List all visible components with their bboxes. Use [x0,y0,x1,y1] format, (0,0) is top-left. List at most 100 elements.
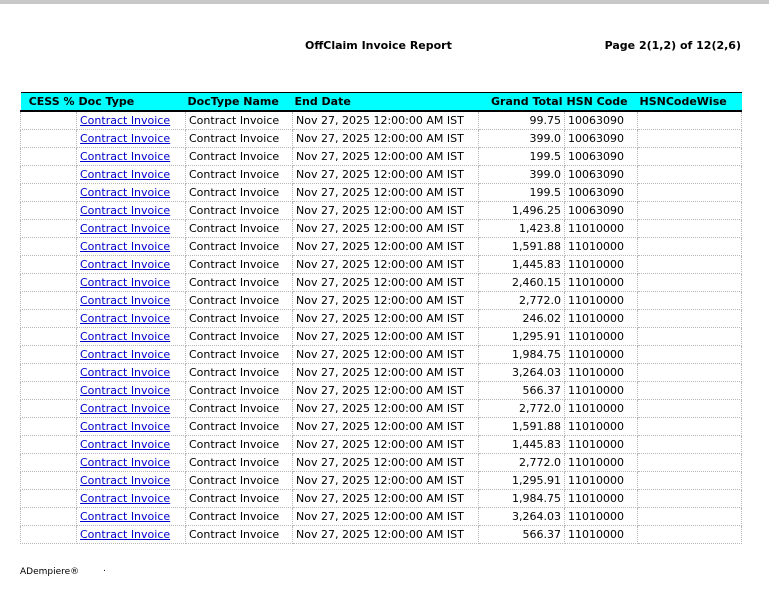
table-row: Contract Invoice Contract Invoice Nov 27, … [20,183,742,202]
cell-cess [20,129,77,148]
doc-type-link[interactable]: Contract Invoice [80,456,170,469]
cell-doc-type: Contract Invoice [76,345,186,364]
cell-doc-type: Contract Invoice [76,147,186,166]
cell-grand-total: 1,445.83 [478,435,565,454]
doc-type-link[interactable]: Contract Invoice [80,348,170,361]
table-row: Contract Invoice Contract Invoice Nov 27, … [20,507,742,526]
cell-doc-type: Contract Invoice [76,110,186,130]
cell-grand-total: 1,423.8 [478,219,565,238]
table-body: Contract Invoice Contract Invoice Nov 27, … [20,110,742,544]
table-row: Contract Invoice Contract Invoice Nov 27, … [20,417,742,436]
doc-type-link[interactable]: Contract Invoice [80,186,170,199]
cell-doctype-name: Contract Invoice [185,237,293,256]
cell-cess [20,309,77,328]
cell-hsn-code: 11010000 [564,291,638,310]
cell-hsn-code: 11010000 [564,453,638,472]
doc-type-link[interactable]: Contract Invoice [80,132,170,145]
doc-type-link[interactable]: Contract Invoice [80,294,170,307]
table-row: Contract Invoice Contract Invoice Nov 27, … [20,345,742,364]
doc-type-link[interactable]: Contract Invoice [80,240,170,253]
cell-cess [20,399,77,418]
column-header-hsn-code-wise: HSNCodeWise [637,92,742,112]
cell-hsn-code: 11010000 [564,489,638,508]
table-row: Contract Invoice Contract Invoice Nov 27, … [20,327,742,346]
doc-type-link[interactable]: Contract Invoice [80,492,170,505]
cell-hsn-code-wise [637,110,742,130]
table-row: Contract Invoice Contract Invoice Nov 27, … [20,399,742,418]
cell-hsn-code: 11010000 [564,399,638,418]
doc-type-link[interactable]: Contract Invoice [80,312,170,325]
cell-doctype-name: Contract Invoice [185,183,293,202]
cell-hsn-code: 11010000 [564,417,638,436]
doc-type-link[interactable]: Contract Invoice [80,114,170,127]
cell-doc-type: Contract Invoice [76,525,186,544]
cell-hsn-code-wise [637,417,742,436]
table-row: Contract Invoice Contract Invoice Nov 27, … [20,129,742,148]
cell-doctype-name: Contract Invoice [185,345,293,364]
cell-end-date: Nov 27, 2025 12:00:00 AM IST [292,489,479,508]
doc-type-link[interactable]: Contract Invoice [80,420,170,433]
doc-type-link[interactable]: Contract Invoice [80,528,170,541]
cell-grand-total: 1,445.83 [478,255,565,274]
cell-doctype-name: Contract Invoice [185,291,293,310]
cell-doctype-name: Contract Invoice [185,399,293,418]
doc-type-link[interactable]: Contract Invoice [80,366,170,379]
cell-hsn-code-wise [637,309,742,328]
table-row: Contract Invoice Contract Invoice Nov 27, … [20,219,742,238]
doc-type-link[interactable]: Contract Invoice [80,402,170,415]
cell-hsn-code-wise [637,489,742,508]
cell-grand-total: 3,264.03 [478,507,565,526]
cell-end-date: Nov 27, 2025 12:00:00 AM IST [292,237,479,256]
cell-doc-type: Contract Invoice [76,309,186,328]
cell-doc-type: Contract Invoice [76,201,186,220]
table-row: Contract Invoice Contract Invoice Nov 27, … [20,453,742,472]
cell-doctype-name: Contract Invoice [185,110,293,130]
cell-hsn-code-wise [637,435,742,454]
cell-end-date: Nov 27, 2025 12:00:00 AM IST [292,255,479,274]
cell-end-date: Nov 27, 2025 12:00:00 AM IST [292,129,479,148]
cell-hsn-code: 10063090 [564,110,638,130]
doc-type-link[interactable]: Contract Invoice [80,204,170,217]
doc-type-link[interactable]: Contract Invoice [80,150,170,163]
doc-type-link[interactable]: Contract Invoice [80,384,170,397]
cell-end-date: Nov 27, 2025 12:00:00 AM IST [292,273,479,292]
cell-cess [20,255,77,274]
cell-grand-total: 566.37 [478,525,565,544]
cell-cess [20,435,77,454]
cell-grand-total: 1,984.75 [478,345,565,364]
doc-type-link[interactable]: Contract Invoice [80,474,170,487]
cell-doc-type: Contract Invoice [76,471,186,490]
page-indicator: Page 2(1,2) of 12(2,6) [604,39,741,52]
cell-hsn-code: 11010000 [564,327,638,346]
cell-hsn-code-wise [637,129,742,148]
cell-grand-total: 1,591.88 [478,417,565,436]
cell-cess [20,273,77,292]
cell-cess [20,237,77,256]
cell-grand-total: 1,295.91 [478,471,565,490]
footer-brand: ADempiere® [20,567,80,577]
cell-hsn-code: 11010000 [564,507,638,526]
cell-grand-total: 2,772.0 [478,291,565,310]
doc-type-link[interactable]: Contract Invoice [80,276,170,289]
cell-cess [20,147,77,166]
doc-type-link[interactable]: Contract Invoice [80,330,170,343]
cell-doctype-name: Contract Invoice [185,273,293,292]
cell-end-date: Nov 27, 2025 12:00:00 AM IST [292,309,479,328]
cell-end-date: Nov 27, 2025 12:00:00 AM IST [292,110,479,130]
cell-grand-total: 1,984.75 [478,489,565,508]
cell-cess [20,327,77,346]
table-row: Contract Invoice Contract Invoice Nov 27, … [20,435,742,454]
doc-type-link[interactable]: Contract Invoice [80,510,170,523]
cell-hsn-code-wise [637,525,742,544]
doc-type-link[interactable]: Contract Invoice [80,222,170,235]
cell-end-date: Nov 27, 2025 12:00:00 AM IST [292,165,479,184]
cell-hsn-code-wise [637,255,742,274]
cell-end-date: Nov 27, 2025 12:00:00 AM IST [292,471,479,490]
doc-type-link[interactable]: Contract Invoice [80,258,170,271]
cell-doc-type: Contract Invoice [76,291,186,310]
cell-cess [20,110,77,130]
doc-type-link[interactable]: Contract Invoice [80,438,170,451]
cell-cess [20,525,77,544]
doc-type-link[interactable]: Contract Invoice [80,168,170,181]
cell-hsn-code: 10063090 [564,165,638,184]
